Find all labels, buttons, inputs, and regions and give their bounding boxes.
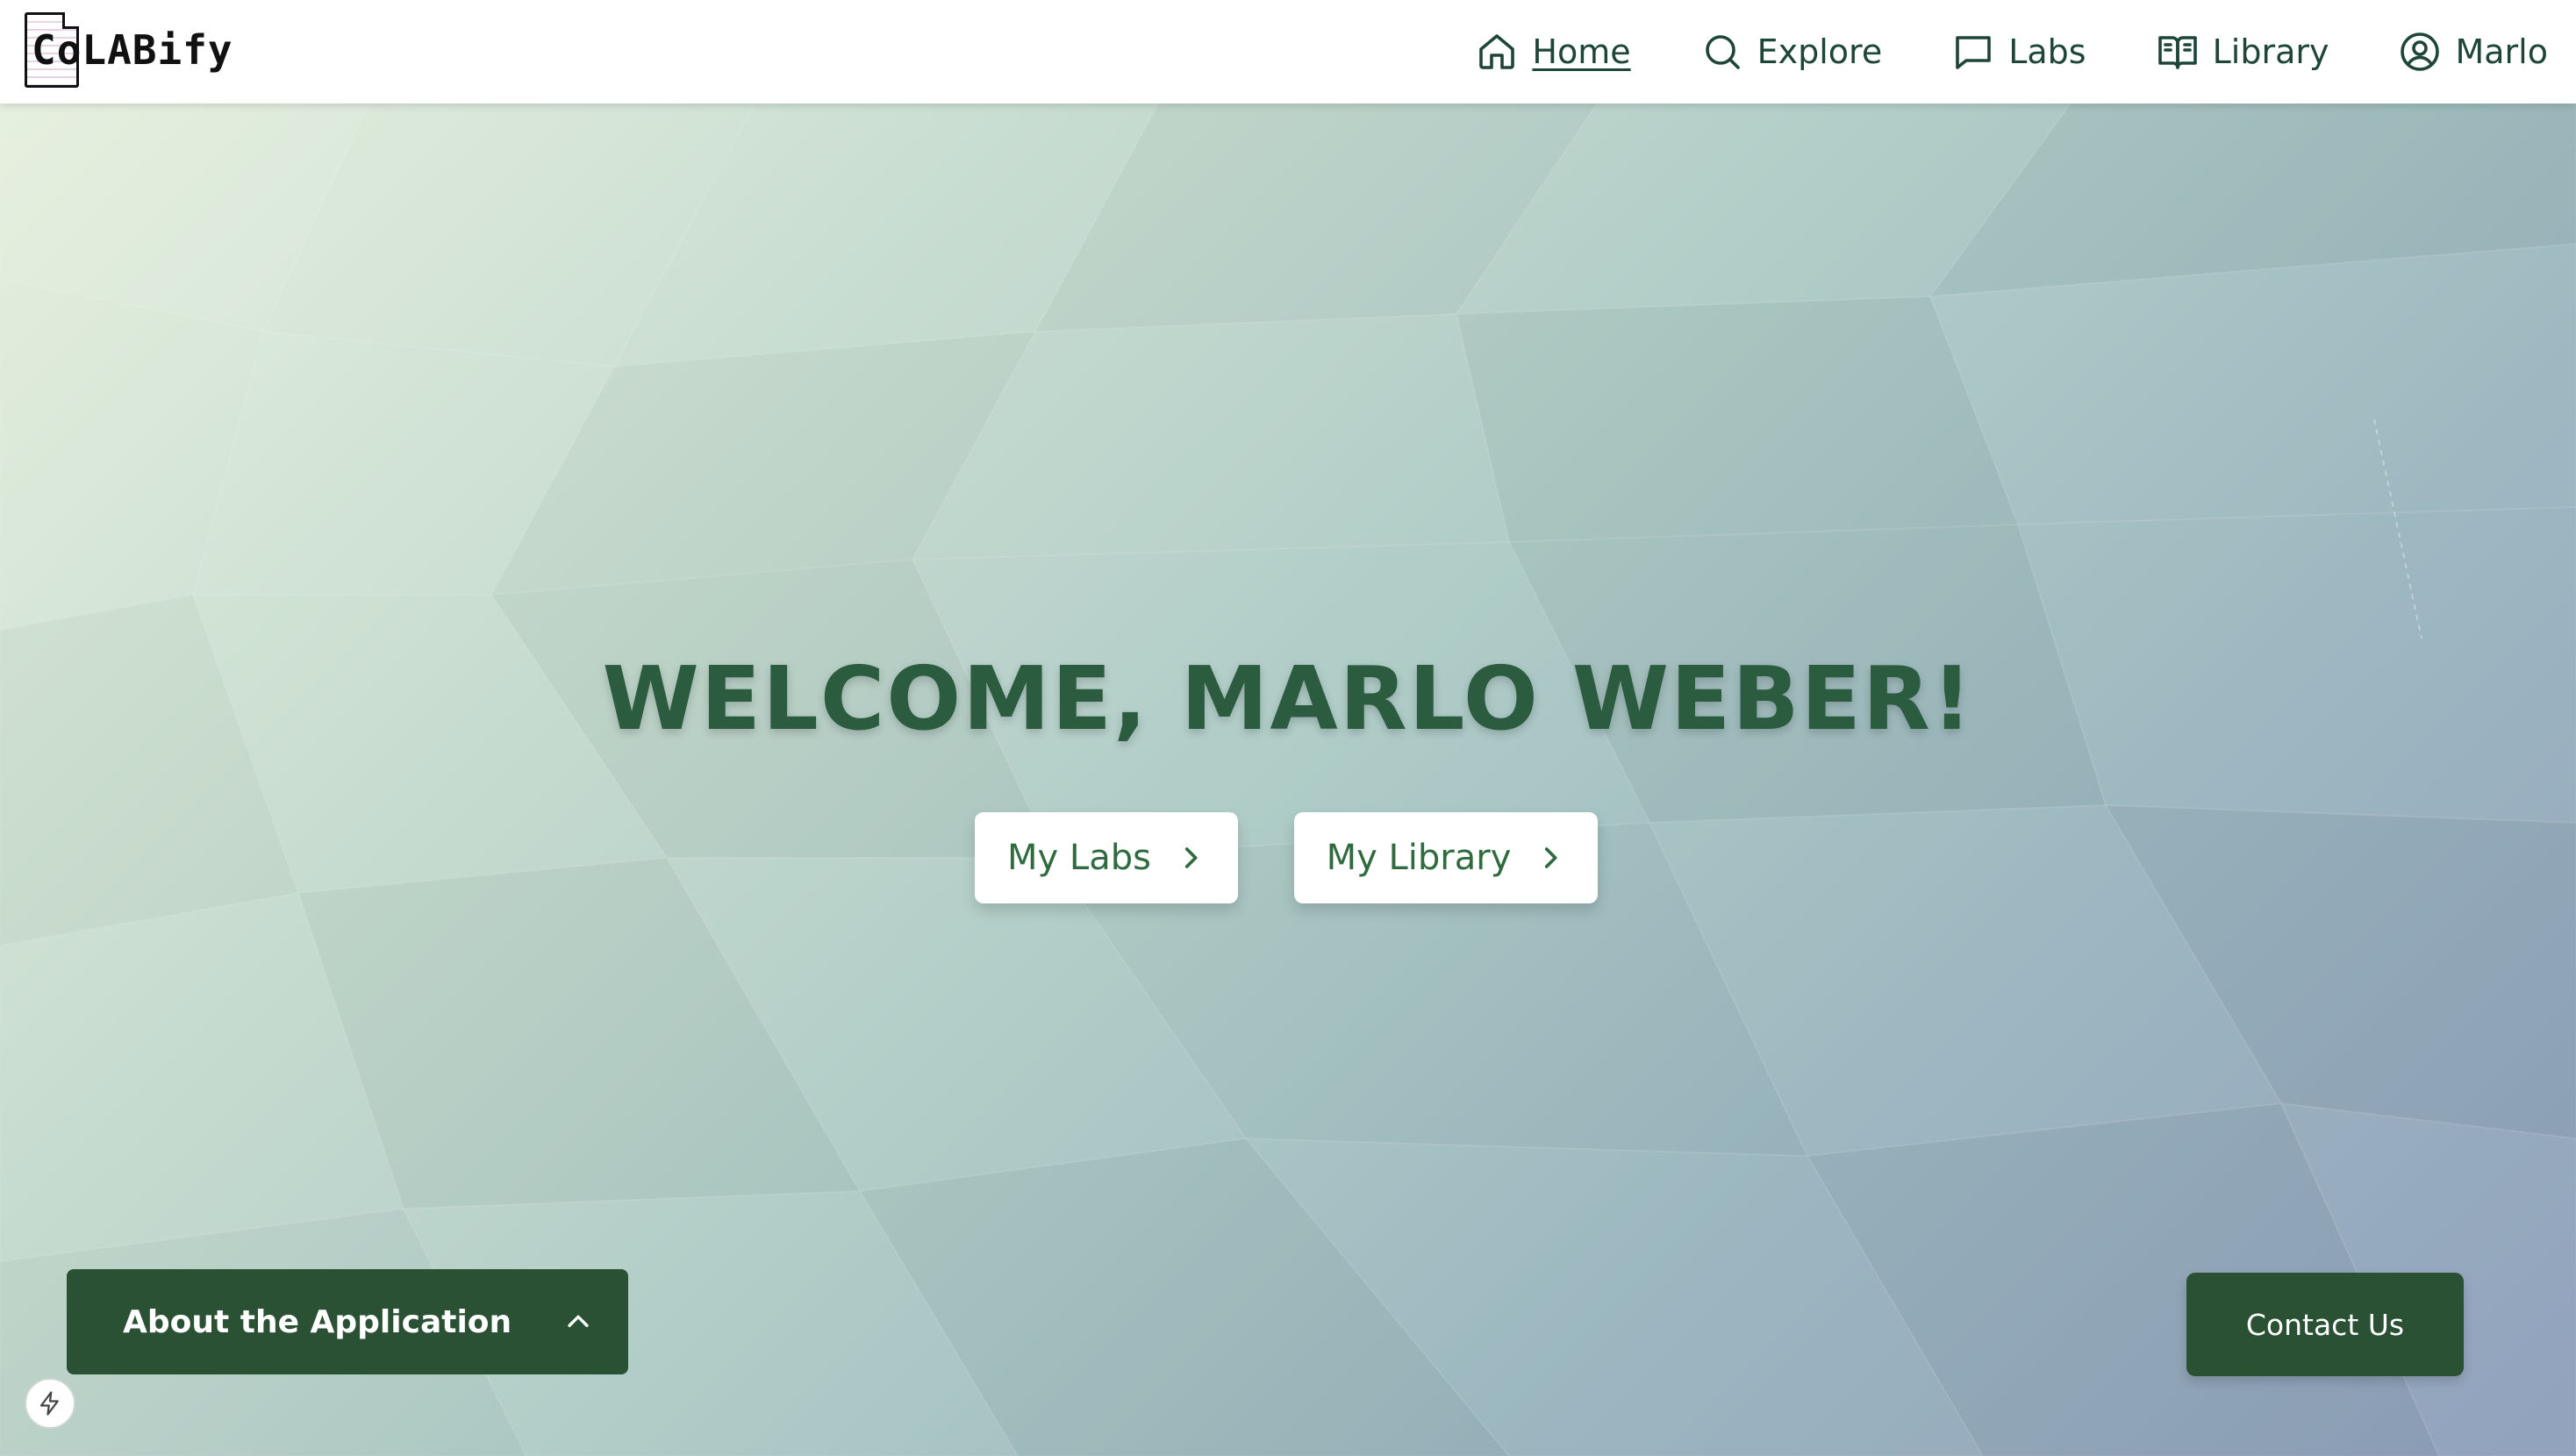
chevron-up-icon [568,1315,589,1327]
book-icon [2157,36,2197,69]
chevron-right-icon [1545,847,1557,868]
nav-item-profile[interactable]: Marlo [2399,31,2548,73]
message-icon [1956,36,1992,69]
nav-label-home: Home [1532,32,1631,71]
welcome-heading: WELCOME, MARLO WEBER! [602,647,1974,750]
chevron-right-icon [1184,847,1198,868]
low-poly-background [0,103,2576,1456]
my-labs-button[interactable]: My Labs [975,812,1238,903]
nav-item-explore[interactable]: Explore [1701,31,1883,73]
nav-label-profile: Marlo [2455,32,2548,71]
bolt-icon [39,1391,59,1416]
nav-item-labs[interactable]: Labs [1952,31,2086,73]
about-application-label: About the Application [123,1303,512,1340]
nav-label-library: Library [2212,32,2329,71]
top-navigation-bar: CoLABify Home Explore Labs Library Marlo [0,0,2576,103]
home-icon [1479,34,1515,69]
my-labs-label: My Labs [1007,838,1151,878]
nav-label-explore: Explore [1757,32,1883,71]
my-library-button[interactable]: My Library [1294,812,1598,903]
contact-us-button[interactable]: Contact Us [2186,1273,2464,1376]
logo-text: CoLABify [32,26,233,74]
search-icon [1705,35,1740,69]
quick-action-button[interactable] [25,1378,75,1429]
hero-section: WELCOME, MARLO WEBER! My Labs My Library [0,103,2576,1456]
nav-item-library[interactable]: Library [2157,31,2329,73]
nav-label-labs: Labs [2008,32,2086,71]
contact-us-label: Contact Us [2245,1307,2405,1342]
nav-item-home[interactable]: Home [1476,31,1631,73]
about-application-toggle[interactable]: About the Application [67,1269,628,1374]
user-circle-icon [2401,32,2440,71]
main-nav: Home Explore Labs Library Marlo [1476,0,2548,103]
colabify-logo[interactable]: CoLABify [25,11,233,89]
my-library-label: My Library [1326,838,1512,878]
